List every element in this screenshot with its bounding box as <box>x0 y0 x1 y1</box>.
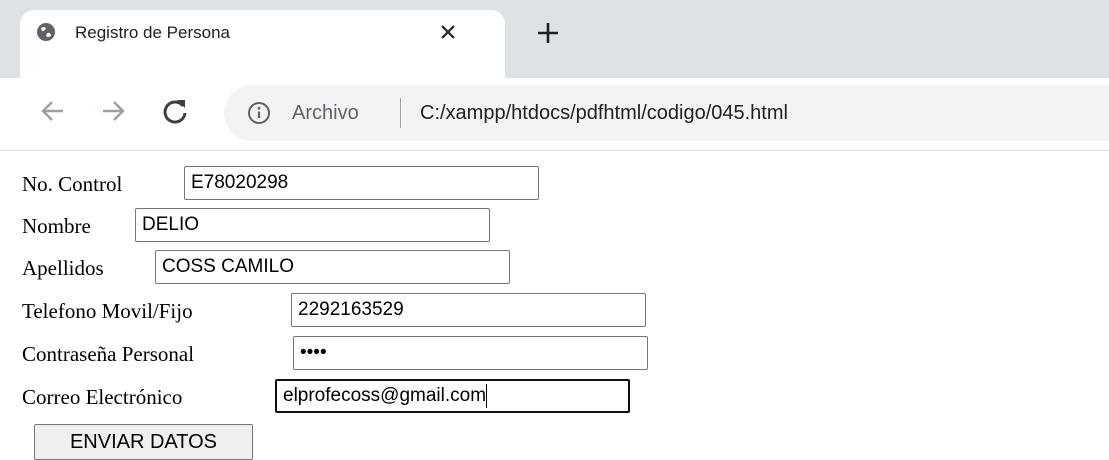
nombre-input[interactable]: DELIO <box>135 208 490 242</box>
apellidos-label: Apellidos <box>22 256 104 280</box>
email-label: Correo Electrónico <box>22 385 183 409</box>
email-value: elprofecoss@gmail.com <box>283 385 487 406</box>
apellidos-input[interactable]: COSS CAMILO <box>155 250 510 284</box>
browser-tab[interactable]: Registro de Persona <box>20 10 505 78</box>
info-icon[interactable] <box>247 101 271 125</box>
control-label: No. Control <box>22 172 123 196</box>
email-input[interactable]: elprofecoss@gmail.com <box>275 379 630 413</box>
back-icon[interactable] <box>38 96 68 126</box>
telefono-input[interactable]: 2292163529 <box>291 293 646 327</box>
password-input[interactable]: •••• <box>293 336 648 370</box>
control-input[interactable]: E78020298 <box>184 166 539 200</box>
reload-icon[interactable] <box>160 96 190 126</box>
forward-icon[interactable] <box>98 96 128 126</box>
address-separator <box>400 98 401 128</box>
tab-title: Registro de Persona <box>75 23 230 42</box>
scheme-label: Archivo <box>292 102 359 124</box>
password-label: Contraseña Personal <box>22 342 195 366</box>
url-text[interactable]: C:/xampp/htdocs/pdfhtml/codigo/045.html <box>420 100 788 126</box>
close-icon[interactable] <box>436 20 460 44</box>
nombre-label: Nombre <box>22 214 91 238</box>
text-caret <box>486 383 488 408</box>
submit-button[interactable]: ENVIAR DATOS <box>34 424 253 460</box>
globe-icon <box>37 23 55 41</box>
new-tab-icon[interactable] <box>535 20 561 46</box>
telefono-label: Telefono Movil/Fijo <box>22 299 193 323</box>
